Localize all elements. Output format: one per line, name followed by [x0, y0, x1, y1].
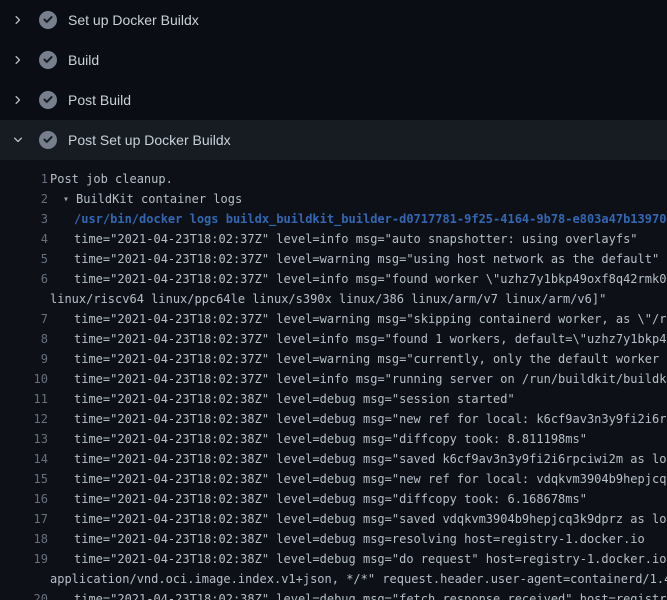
log-text: time="2021-04-23T18:02:37Z" level=info m… — [48, 272, 667, 286]
log-line: 3/usr/bin/docker logs buildx_buildkit_bu… — [0, 209, 667, 229]
log-text: Post job cleanup. — [48, 172, 173, 186]
log-text: time="2021-04-23T18:02:38Z" level=debug … — [48, 492, 587, 506]
log-text: time="2021-04-23T18:02:37Z" level=info m… — [48, 232, 638, 246]
log-line: 11time="2021-04-23T18:02:38Z" level=debu… — [0, 389, 667, 409]
step-label: Post Set up Docker Buildx — [68, 132, 231, 148]
check-circle-icon — [39, 91, 57, 109]
log-text: time="2021-04-23T18:02:37Z" level=info m… — [48, 372, 667, 386]
log-text: time="2021-04-23T18:02:37Z" level=info m… — [48, 332, 667, 346]
log-line: 2▾BuildKit container logs — [0, 189, 667, 209]
log-text: time="2021-04-23T18:02:38Z" level=debug … — [48, 552, 667, 566]
log-line: 6time="2021-04-23T18:02:37Z" level=info … — [0, 269, 667, 289]
log-text: time="2021-04-23T18:02:38Z" level=debug … — [48, 532, 645, 546]
log-text: application/vnd.oci.image.index.v1+json,… — [48, 572, 667, 586]
line-number[interactable]: 8 — [0, 332, 48, 346]
group-collapse-arrow-icon[interactable]: ▾ — [48, 194, 75, 205]
line-number[interactable]: 6 — [0, 272, 48, 286]
line-number[interactable]: 18 — [0, 532, 48, 546]
log-line: 19time="2021-04-23T18:02:38Z" level=debu… — [0, 549, 667, 569]
chevron-right-icon[interactable] — [12, 14, 24, 26]
log-text: time="2021-04-23T18:02:38Z" level=debug … — [48, 452, 667, 466]
step-row[interactable]: Post Build — [0, 80, 667, 120]
line-number[interactable]: 11 — [0, 392, 48, 406]
step-label: Build — [68, 52, 99, 68]
line-number[interactable]: 1 — [0, 172, 48, 186]
log-line: linux/riscv64 linux/ppc64le linux/s390x … — [0, 289, 667, 309]
step-row[interactable]: Set up Docker Buildx — [0, 0, 667, 40]
step-row[interactable]: Post Set up Docker Buildx — [0, 120, 667, 160]
step-label: Post Build — [68, 92, 131, 108]
log-line: 16time="2021-04-23T18:02:38Z" level=debu… — [0, 489, 667, 509]
log-text: time="2021-04-23T18:02:38Z" level=debug … — [48, 392, 515, 406]
log-viewer: 1Post job cleanup.2▾BuildKit container l… — [0, 160, 667, 600]
line-number[interactable]: 2 — [0, 192, 48, 206]
log-text: time="2021-04-23T18:02:37Z" level=warnin… — [48, 352, 667, 366]
line-number[interactable]: 17 — [0, 512, 48, 526]
log-line: 18time="2021-04-23T18:02:38Z" level=debu… — [0, 529, 667, 549]
log-text: time="2021-04-23T18:02:38Z" level=debug … — [48, 592, 667, 600]
step-row[interactable]: Build — [0, 40, 667, 80]
log-line: 10time="2021-04-23T18:02:37Z" level=info… — [0, 369, 667, 389]
line-number[interactable]: 19 — [0, 552, 48, 566]
check-circle-icon — [39, 51, 57, 69]
log-text: time="2021-04-23T18:02:38Z" level=debug … — [48, 512, 667, 526]
steps-list: Set up Docker Buildx Build Post Build Post … — [0, 0, 667, 160]
log-text: time="2021-04-23T18:02:37Z" level=warnin… — [48, 252, 659, 266]
actions-log-viewer: Set up Docker Buildx Build Post Build Post … — [0, 0, 667, 600]
chevron-down-icon[interactable] — [12, 134, 24, 146]
line-number[interactable]: 5 — [0, 252, 48, 266]
log-line: application/vnd.oci.image.index.v1+json,… — [0, 569, 667, 589]
line-number[interactable]: 9 — [0, 352, 48, 366]
log-line: 13time="2021-04-23T18:02:38Z" level=debu… — [0, 429, 667, 449]
log-command-text: /usr/bin/docker logs buildx_buildkit_bui… — [48, 212, 666, 226]
log-line: 5time="2021-04-23T18:02:37Z" level=warni… — [0, 249, 667, 269]
line-number[interactable]: 3 — [0, 212, 48, 226]
line-number[interactable]: 12 — [0, 412, 48, 426]
log-line: 14time="2021-04-23T18:02:38Z" level=debu… — [0, 449, 667, 469]
line-number[interactable]: 14 — [0, 452, 48, 466]
line-number[interactable]: 7 — [0, 312, 48, 326]
log-line: 17time="2021-04-23T18:02:38Z" level=debu… — [0, 509, 667, 529]
log-text: time="2021-04-23T18:02:38Z" level=debug … — [48, 472, 667, 486]
log-line: 8time="2021-04-23T18:02:37Z" level=info … — [0, 329, 667, 349]
log-line: 12time="2021-04-23T18:02:38Z" level=debu… — [0, 409, 667, 429]
line-number[interactable]: 20 — [0, 592, 48, 600]
chevron-right-icon[interactable] — [12, 54, 24, 66]
line-number[interactable]: 13 — [0, 432, 48, 446]
log-text: time="2021-04-23T18:02:38Z" level=debug … — [48, 412, 667, 426]
line-number[interactable]: 15 — [0, 472, 48, 486]
log-line: 4time="2021-04-23T18:02:37Z" level=info … — [0, 229, 667, 249]
log-line: 15time="2021-04-23T18:02:38Z" level=debu… — [0, 469, 667, 489]
step-label: Set up Docker Buildx — [68, 12, 199, 28]
log-text: linux/riscv64 linux/ppc64le linux/s390x … — [48, 292, 606, 306]
log-group-title[interactable]: BuildKit container logs — [75, 192, 242, 206]
log-line: 9time="2021-04-23T18:02:37Z" level=warni… — [0, 349, 667, 369]
line-number[interactable]: 4 — [0, 232, 48, 246]
log-text: time="2021-04-23T18:02:37Z" level=warnin… — [48, 312, 667, 326]
chevron-right-icon[interactable] — [12, 94, 24, 106]
check-circle-icon — [39, 131, 57, 149]
log-line: 20time="2021-04-23T18:02:38Z" level=debu… — [0, 589, 667, 600]
log-line: 7time="2021-04-23T18:02:37Z" level=warni… — [0, 309, 667, 329]
log-line: 1Post job cleanup. — [0, 169, 667, 189]
line-number[interactable]: 16 — [0, 492, 48, 506]
log-text: time="2021-04-23T18:02:38Z" level=debug … — [48, 432, 587, 446]
check-circle-icon — [39, 11, 57, 29]
line-number[interactable]: 10 — [0, 372, 48, 386]
